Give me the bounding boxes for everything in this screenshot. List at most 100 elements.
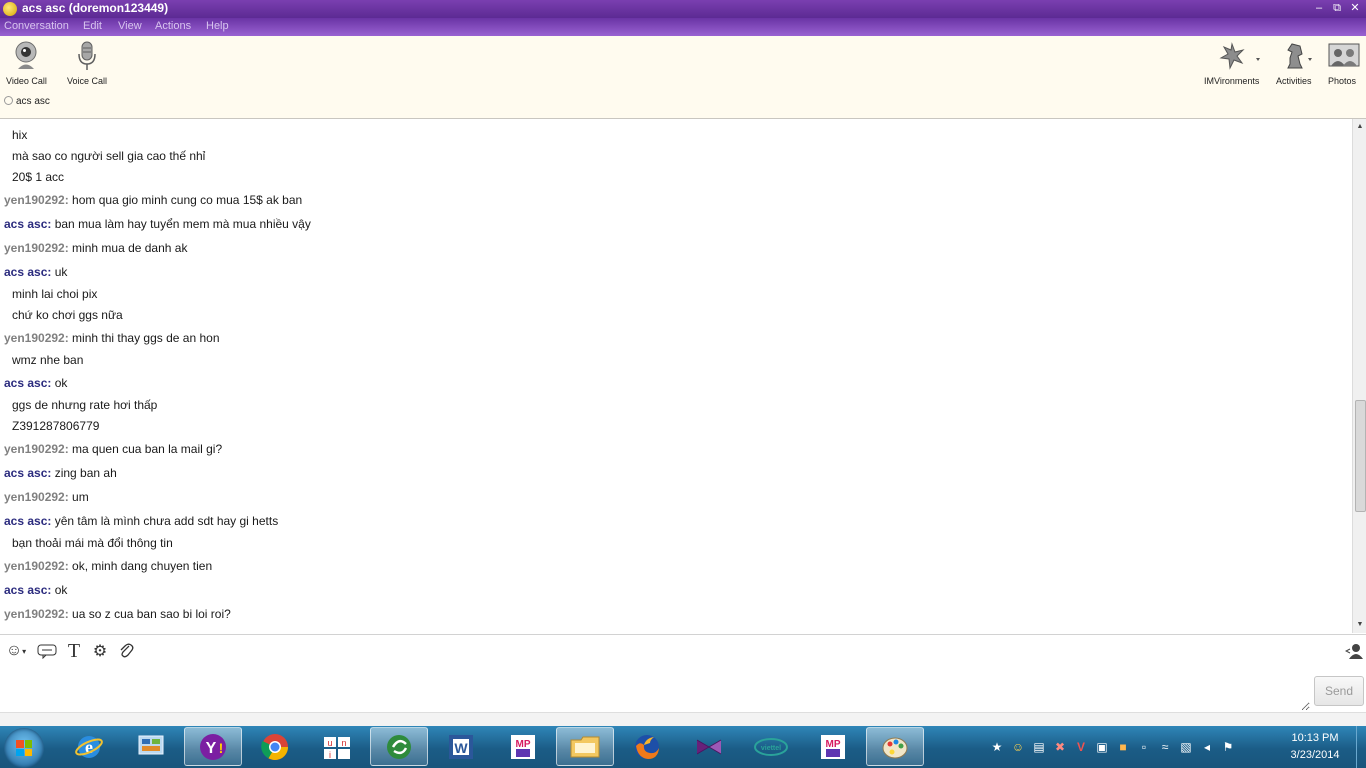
offline-status-icon [4,96,13,105]
text-format-icon[interactable]: T [64,640,84,662]
usb-icon[interactable]: ▧ [1177,738,1195,756]
send-button[interactable]: Send [1314,676,1364,706]
scroll-down-icon[interactable]: ▼ [1353,619,1366,631]
svg-text:MP: MP [826,739,841,750]
sender-name: acs asc: [4,466,52,480]
svg-text:n: n [341,738,346,748]
wifi-icon[interactable]: ≈ [1156,738,1174,756]
chat-message: minh lai choi pix [12,287,98,301]
chat-message: mà sao co người sell gia cao thế nhỉ [12,149,206,163]
status-strip [0,712,1366,727]
chat-message: wmz nhe ban [12,353,84,367]
control-panel-icon[interactable] [122,727,180,766]
menu-bar: Conversation Edit View Actions Help [0,18,1366,36]
chat-message: bạn thoải mái mà đổi thông tin [12,536,173,550]
webcam-icon [12,40,40,72]
toolbar: Video Call Voice Call IMVironments Activ… [0,36,1366,119]
photos-label: Photos [1328,76,1357,86]
system-clock[interactable]: 10:13 PM 3/23/2014 [1280,730,1350,764]
firefox-icon[interactable] [618,727,676,766]
title-bar: acs asc (doremon123449) – ⧉ ✕ [0,0,1366,18]
network-device-icon[interactable]: ▤ [1030,738,1048,756]
security-icon[interactable]: ✖ [1051,738,1069,756]
chat-message: yen190292: ok, minh dang chuyen tien [4,559,213,573]
contact-name-row[interactable]: acs asc [4,96,50,107]
chrome-icon[interactable] [246,727,304,766]
sender-name: acs asc: [4,376,52,390]
imvironments-button[interactable]: IMVironments [1204,40,1260,86]
audibles-icon[interactable] [36,641,58,661]
sender-name: yen190292: [4,559,69,573]
show-desktop-button[interactable] [1356,726,1366,768]
unikey-icon[interactable]: uni [308,727,366,766]
activities-label: Activities [1276,76,1312,86]
chat-message: yen190292: hom qua gio minh cung co mua … [4,193,303,207]
contact-list-icon[interactable] [1344,641,1364,661]
minimize-icon[interactable]: – [1312,1,1326,15]
chat-scrollbar[interactable]: ▲ ▼ [1352,119,1366,633]
emoticon-icon[interactable]: ☺ ▾ [2,641,30,661]
chat-message: 20$ 1 acc [12,170,65,184]
windows-logo-icon [16,740,32,756]
word-icon[interactable]: W [432,727,490,766]
antivirus-icon[interactable]: V [1072,738,1090,756]
viettel-icon[interactable]: viettel [742,727,800,766]
stickies-icon[interactable]: ■ [1114,738,1132,756]
settings-icon[interactable]: ⚙ [90,641,110,661]
message-input[interactable] [6,671,1310,711]
attachment-icon[interactable] [116,641,136,661]
video-call-button[interactable]: Video Call [6,40,47,86]
imvironments-label: IMVironments [1204,76,1260,86]
sender-name: yen190292: [4,490,69,504]
photos-icon [1328,40,1360,72]
scroll-thumb[interactable] [1355,400,1366,512]
contact-name: acs asc [16,96,50,107]
chat-message: yen190292: minh mua de danh ak [4,241,188,255]
clock-time: 10:13 PM [1291,732,1339,744]
visual-studio-icon[interactable] [680,727,738,766]
start-button[interactable] [4,728,44,768]
svg-text:!: ! [219,740,224,756]
photos-button[interactable]: Photos [1328,40,1360,86]
emoticon-tray-icon[interactable]: ☺ [1009,738,1027,756]
chat-message: yen190292: um [4,490,89,504]
sender-name: yen190292: [4,442,69,456]
sender-name: yen190292: [4,607,69,621]
svg-text:viettel: viettel [761,745,781,752]
ultraviewer-icon[interactable]: ▣ [1093,738,1111,756]
yahoo-tray-icon[interactable]: ★ [988,738,1006,756]
voice-call-button[interactable]: Voice Call [67,40,107,86]
message-input-area: Send [0,667,1366,712]
menu-edit[interactable]: Edit [83,20,102,32]
sender-name: yen190292: [4,241,69,255]
chat-message: yen190292: minh thi thay ggs de an hon [4,331,220,345]
chat-message: acs asc: uk [4,265,68,279]
chat-message: acs asc: yên tâm là mình chưa add sdt ha… [4,514,279,528]
menu-conversation[interactable]: Conversation [4,20,69,32]
voice-call-label: Voice Call [67,76,108,86]
yahoo-app-icon [3,2,17,16]
mp3-player-icon[interactable]: MP [494,727,552,766]
activities-button[interactable]: Activities [1276,40,1312,86]
microphone-icon [73,40,101,72]
close-icon[interactable]: ✕ [1348,1,1362,15]
coccoc-icon[interactable] [370,727,428,766]
sender-name: yen190292: [4,331,69,345]
paint-icon[interactable] [866,727,924,766]
action-center-icon[interactable]: ⚑ [1219,738,1237,756]
scroll-up-icon[interactable]: ▲ [1353,121,1366,133]
svg-text:W: W [454,740,468,756]
yahoo-messenger-icon[interactable]: Y! [184,727,242,766]
chat-message: Z391287806779 [12,419,100,433]
file-explorer-icon[interactable] [556,727,614,766]
menu-view[interactable]: View [118,20,142,32]
window-title: acs asc (doremon123449) [22,1,169,15]
volume-icon[interactable]: ◂ [1198,738,1216,756]
restore-icon[interactable]: ⧉ [1330,1,1344,15]
mp3-player-icon[interactable]: MP [804,727,862,766]
chess-knight-icon [1280,40,1312,72]
display-icon[interactable]: ▫ [1135,738,1153,756]
internet-explorer-icon[interactable]: e [60,727,118,766]
menu-help[interactable]: Help [206,20,229,32]
menu-actions[interactable]: Actions [155,20,191,32]
